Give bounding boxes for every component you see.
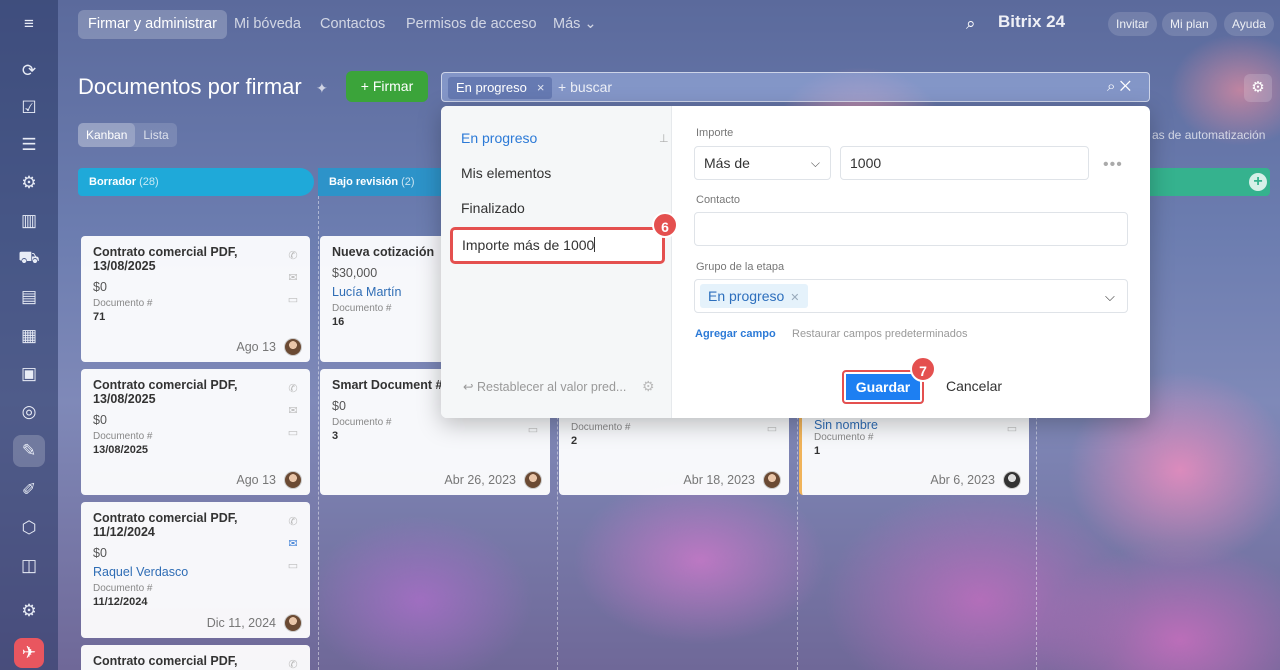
activity-icon[interactable]: ⟳ [13,55,45,87]
dashboard-icon[interactable]: ◫ [13,550,45,582]
chart-icon[interactable]: ▥ [13,205,45,237]
avatar[interactable] [1003,471,1021,489]
view-lista[interactable]: Lista [135,123,176,147]
pin-icon[interactable]: ✦ [316,80,328,97]
stage-tag[interactable]: En progreso ✕ [700,284,808,308]
phone-icon[interactable]: ✆ [286,378,300,400]
tab-mas[interactable]: Más ⌄ [543,10,607,39]
column-header-bajo-revision: Bajo revisión (2) [318,168,444,196]
page-title: Documentos por firmar [78,74,302,99]
chat-icon[interactable]: ▭ [765,418,779,440]
undo-icon: ↩ [463,380,474,394]
chat-icon[interactable]: ▭ [286,422,300,444]
cart-icon[interactable]: ⛟ [13,243,45,275]
robot-icon[interactable]: ⚙ [13,167,45,199]
chevron-down-icon[interactable]: ⌵ [1105,289,1115,305]
restore-defaults-link[interactable]: ↩ Restablecer al valor pred... [463,379,626,394]
phone-icon[interactable]: ✆ [286,245,300,267]
chevron-down-icon: ⌵ [810,156,820,170]
top-bar: Firmar y administrar Mi bóveda Contactos… [58,0,1280,50]
more-icon[interactable]: ••• [1103,156,1123,174]
settings-icon[interactable]: ⚙ [13,595,45,627]
menu-icon[interactable]: ≡ [13,8,45,40]
preset-en-progreso[interactable]: En progreso [461,130,537,146]
filter-search-bar[interactable]: En progreso × + buscar ⌕ ✕ [441,72,1150,102]
add-column-icon[interactable]: + [1249,173,1267,191]
gear-icon[interactable]: ⚙ [642,378,655,395]
view-kanban[interactable]: Kanban [78,123,136,147]
gear-icon[interactable]: ⚙ [1244,74,1272,102]
avatar[interactable] [524,471,542,489]
firmar-button[interactable]: + Firmar [346,71,428,102]
document-edit-icon[interactable]: ✐ [13,474,45,506]
close-icon[interactable]: ✕ [790,292,799,304]
avatar[interactable] [763,471,781,489]
automation-rules-link[interactable]: as de automatización [1152,128,1265,142]
archive-icon[interactable]: ▣ [13,358,45,390]
amount-operator-select[interactable]: Más de ⌵ [694,146,831,180]
preset-finalizado[interactable]: Finalizado [461,200,525,216]
deal-card[interactable]: Contrato comercial PDF, 11/12/2024 $0 Ra… [81,502,310,638]
step-marker-7: 7 [910,356,936,382]
my-plan-button[interactable]: Mi plan [1162,12,1217,36]
column-header-borrador: Borrador (28) [78,168,314,196]
avatar[interactable] [284,614,302,632]
step-marker-6: 6 [652,212,678,238]
tasks-icon[interactable]: ☑ [13,92,45,124]
search-icon[interactable]: ⌕ [966,14,976,34]
chat-icon[interactable]: ▭ [286,289,300,311]
avatar[interactable] [284,471,302,489]
chat-icon[interactable]: ▭ [1005,418,1019,440]
deal-card[interactable]: Sin nombre Documento # 1 ▭ Abr 6, 2023 [799,410,1029,495]
target-icon[interactable]: ◎ [13,396,45,428]
chat-icon[interactable]: ▭ [526,419,540,441]
amount-label: Importe [696,127,734,139]
restore-fields-link[interactable]: Restaurar campos predeterminados [792,328,967,340]
avatar[interactable] [284,338,302,356]
contact-label: Contacto [696,194,741,206]
search-icon[interactable]: ⌕ [1107,78,1115,95]
funnel-icon[interactable]: ☰ [13,129,45,161]
brand-logo: Bitrix 24 [998,12,1066,31]
rocket-icon[interactable]: ✈ [14,638,44,668]
filter-chip[interactable]: En progreso × [448,77,553,99]
search-input[interactable]: + buscar [558,79,612,95]
deal-card[interactable]: Contrato comercial PDF, 13/08/2025 $0 Do… [81,369,310,495]
mail-icon[interactable]: ✉ [286,400,300,422]
tab-firmar-administrar[interactable]: Firmar y administrar [78,10,227,39]
close-icon[interactable]: × [537,80,545,95]
preset-mis-elementos[interactable]: Mis elementos [461,165,551,181]
phone-icon[interactable]: ✆ [286,511,300,533]
filter-presets-panel: En progreso ⊥ Mis elementos Finalizado I… [441,106,672,418]
add-field-link[interactable]: Agregar campo [695,328,776,340]
cancel-button[interactable]: Cancelar [946,378,1002,394]
calendar-icon[interactable]: ▦ [13,320,45,352]
contact-input[interactable] [694,212,1128,246]
box-icon[interactable]: ⬡ [13,512,45,544]
deal-card[interactable]: Documento # 2 ▭ Abr 18, 2023 [559,410,789,495]
preset-name-input[interactable]: Importe más de 1000 [450,227,665,264]
deal-card[interactable]: Contrato comercial PDF, ✆ [81,645,310,670]
pin-icon[interactable]: ⊥ [659,132,669,145]
close-icon[interactable]: ✕ [1120,78,1131,95]
column-divider [318,196,319,670]
amount-input[interactable]: 1000 [840,146,1089,180]
phone-icon[interactable]: ✆ [286,654,300,670]
stage-group-label: Grupo de la etapa [696,261,785,273]
tab-permisos[interactable]: Permisos de acceso [396,10,547,39]
mail-icon[interactable]: ✉ [286,533,300,555]
tab-mi-boveda[interactable]: Mi bóveda [224,10,311,39]
invite-button[interactable]: Invitar [1108,12,1157,36]
sign-icon[interactable]: ✎ [13,435,45,467]
help-button[interactable]: Ayuda [1224,12,1274,36]
left-rail: ≡ ⟳ ☑ ☰ ⚙ ▥ ⛟ ▤ ▦ ▣ ◎ ✎ ✐ ⬡ ◫ ⚙ ✈ [0,0,58,670]
tab-contactos[interactable]: Contactos [310,10,395,39]
view-toggle: Kanban Lista [78,123,177,147]
chat-icon[interactable]: ▭ [286,555,300,577]
filter-popup: En progreso ⊥ Mis elementos Finalizado I… [441,106,1150,418]
id-card-icon[interactable]: ▤ [13,281,45,313]
mail-icon[interactable]: ✉ [286,267,300,289]
deal-card[interactable]: Contrato comercial PDF, 13/08/2025 $0 Do… [81,236,310,362]
